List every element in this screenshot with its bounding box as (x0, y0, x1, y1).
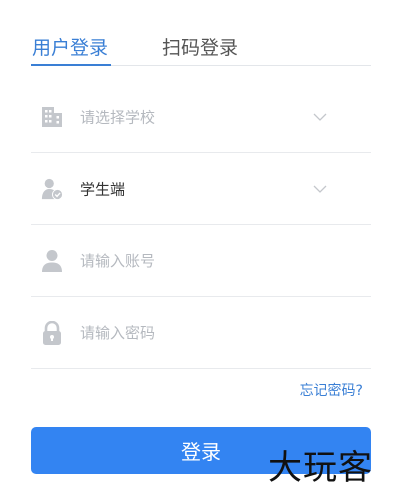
building-icon (42, 106, 62, 127)
school-select-placeholder: 请选择学校 (80, 108, 156, 126)
role-select[interactable]: 学生端 (31, 153, 371, 225)
user-icon (42, 249, 62, 272)
account-input[interactable] (80, 247, 320, 274)
school-select[interactable]: 请选择学校 (31, 81, 371, 153)
login-tabs: 用户登录 扫码登录 (31, 34, 371, 66)
forgot-password-link[interactable]: 忘记密码? (300, 380, 363, 400)
active-tab-indicator (31, 64, 111, 66)
tab-qr-login[interactable]: 扫码登录 (162, 36, 238, 60)
password-row (31, 297, 371, 369)
role-select-value: 学生端 (80, 180, 126, 198)
watermark-logo: 大玩客 (268, 448, 373, 488)
password-input[interactable] (80, 319, 320, 346)
chevron-down-icon (313, 185, 327, 193)
user-check-icon (41, 178, 63, 200)
tab-password-login[interactable]: 用户登录 (32, 36, 108, 60)
lock-icon (43, 320, 61, 345)
chevron-down-icon (313, 113, 327, 121)
account-row (31, 225, 371, 297)
